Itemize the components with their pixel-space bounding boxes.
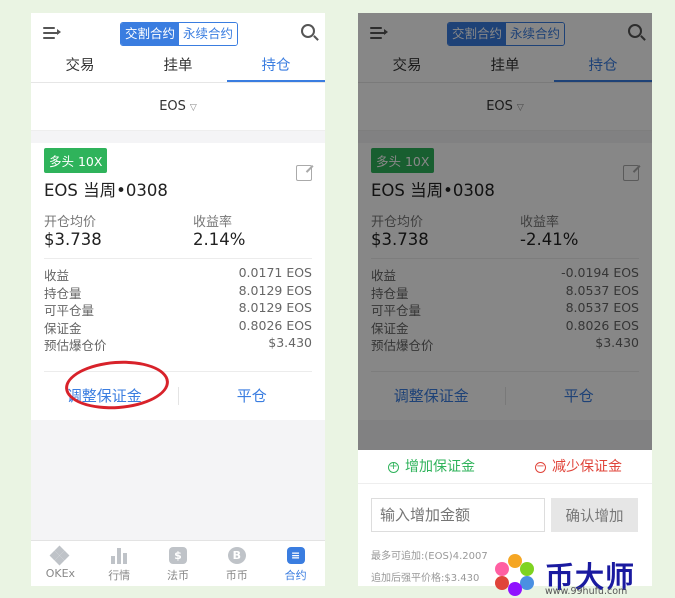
nav-spot[interactable]: B 币币 (207, 541, 266, 586)
tab-futures[interactable]: 交割合约 (121, 23, 180, 45)
close-position-button[interactable]: 平仓 (179, 379, 326, 413)
instrument-selector[interactable]: EOS ▽ (31, 83, 325, 131)
nav-okex[interactable]: OKEx (31, 541, 90, 586)
flower-logo-icon (489, 554, 541, 598)
fiat-icon: $ (168, 547, 187, 564)
search-icon[interactable] (301, 24, 315, 38)
nav-label: 合约 (284, 569, 307, 582)
bottom-nav: OKEx 行情 $ 法币 B 币币 ≡ 合约 (31, 540, 325, 586)
watermark-url: www.99hufu.com (545, 586, 628, 597)
nav-label: 币币 (225, 569, 248, 582)
reduce-margin-tab[interactable]: − 减少保证金 (505, 450, 652, 483)
left-phone-screen: 交割合约 永续合约 交易 挂单 持仓 EOS ▽ 多头 10X EOS 当周•03… (31, 13, 325, 586)
instrument-label: EOS (159, 99, 186, 114)
detail-label: 可平仓量 (44, 303, 95, 319)
bar-chart-icon (110, 547, 128, 564)
nav-label: OKEx (45, 567, 76, 580)
liquidation-after-note: 追加后强平价格:$3.430 (371, 573, 480, 584)
detail-row: 可平仓量 8.0129 EOS (44, 300, 312, 318)
avg-price-label: 开仓均价 (44, 215, 97, 230)
divider (44, 258, 312, 259)
nav-fiat[interactable]: $ 法币 (149, 541, 208, 586)
modal-backdrop[interactable] (358, 13, 652, 450)
detail-row: 预估爆仓价 $3.430 (44, 335, 312, 353)
long-leverage-badge: 多头 10X (44, 148, 108, 173)
plus-circle-icon: + (388, 460, 399, 473)
nav-label: 法币 (166, 569, 189, 582)
position-details: 收益 0.0171 EOS 持仓量 8.0129 EOS 可平仓量 8.0129 EO… (44, 265, 312, 353)
chevron-down-icon: ▽ (189, 103, 197, 113)
detail-row: 保证金 0.8026 EOS (44, 318, 312, 336)
margin-tabs: + 增加保证金 − 减少保证金 (358, 450, 652, 484)
detail-label: 预估爆仓价 (44, 338, 107, 354)
max-add-note: 最多可追加:(EOS)4.2007 (371, 551, 488, 562)
detail-value: 8.0129 EOS (238, 282, 312, 298)
tab-perpetual[interactable]: 永续合约 (179, 23, 238, 45)
confirm-add-button[interactable]: 确认增加 (551, 498, 638, 532)
okex-logo-icon (49, 545, 70, 566)
detail-label: 持仓量 (44, 285, 82, 301)
detail-value: 8.0129 EOS (238, 300, 312, 316)
detail-label: 保证金 (44, 320, 82, 336)
reduce-margin-label: 减少保证金 (552, 459, 622, 475)
detail-row: 持仓量 8.0129 EOS (44, 283, 312, 301)
nav-market[interactable]: 行情 (90, 541, 149, 586)
avg-price-value: $3.738 (44, 230, 102, 249)
contract-icon: ≡ (286, 547, 305, 564)
minus-circle-icon: − (535, 460, 546, 473)
coin-icon: B (227, 547, 246, 564)
yield-value: 2.14% (193, 230, 246, 249)
detail-label: 收益 (44, 268, 70, 283)
detail-row: 收益 0.0171 EOS (44, 265, 312, 283)
main-tabs: 交易 挂单 持仓 (31, 53, 325, 83)
tab-trade[interactable]: 交易 (31, 53, 129, 82)
detail-value: $3.430 (268, 335, 312, 351)
contract-name: EOS 当周•0308 (44, 181, 168, 200)
contract-type-switch: 交割合约 永续合约 (120, 22, 239, 46)
detail-value: 0.0171 EOS (238, 265, 312, 280)
menu-icon[interactable] (43, 25, 61, 41)
add-amount-input[interactable] (371, 498, 545, 532)
watermark-logo: 币大师 www.99hufu.com (489, 554, 664, 597)
yield-label: 收益率 (193, 215, 233, 230)
tab-positions[interactable]: 持仓 (227, 53, 325, 82)
nav-contract[interactable]: ≡ 合约 (266, 541, 325, 586)
add-margin-tab[interactable]: + 增加保证金 (358, 450, 505, 483)
nav-label: 行情 (108, 569, 131, 582)
detail-value: 0.8026 EOS (238, 317, 312, 333)
top-bar: 交割合约 永续合约 (31, 13, 325, 53)
right-phone-screen: 交割合约 永续合约 交易 挂单 持仓 EOS ▽ 多头 10X EOS 当周•03… (358, 13, 652, 586)
tab-orders[interactable]: 挂单 (129, 53, 227, 82)
edit-icon[interactable] (296, 165, 312, 181)
add-margin-label: 增加保证金 (405, 459, 475, 475)
